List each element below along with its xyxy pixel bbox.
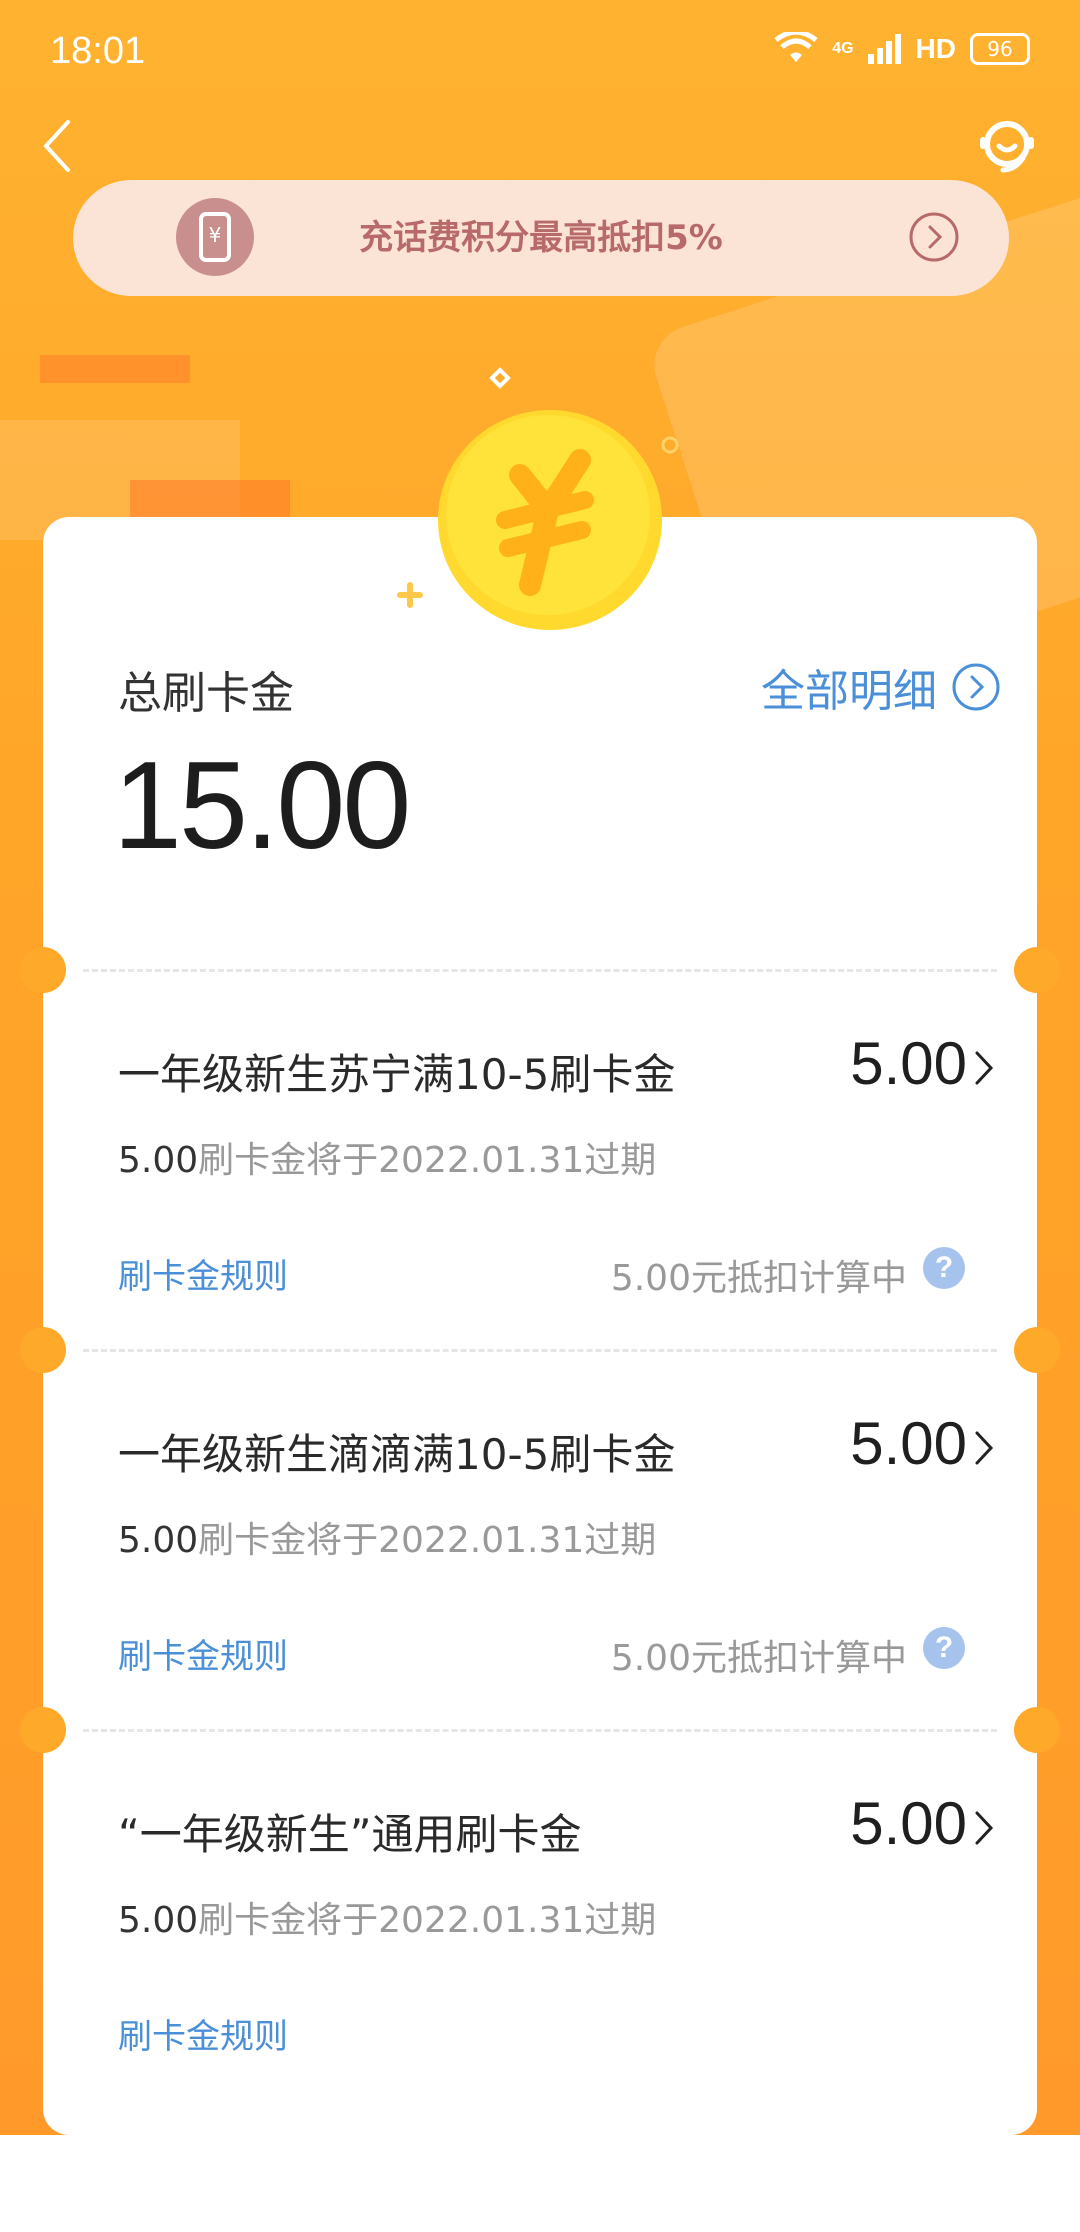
coupon-item[interactable]: 一年级新生滴滴满10-5刷卡金 5.00 5.00刷卡金将于2022.01.31… — [43, 1351, 1037, 1731]
coupon-amount: 5.00 — [850, 1410, 967, 1477]
chevron-right-icon — [909, 212, 959, 262]
coupon-expiry: 5.00刷卡金将于2022.01.31过期 — [118, 1511, 656, 1563]
coupon-item[interactable]: 一年级新生苏宁满10-5刷卡金 5.00 5.00刷卡金将于2022.01.31… — [43, 971, 1037, 1351]
expiry-amount: 5.00 — [118, 1520, 199, 1561]
status-icons: 4G HD 96 — [774, 32, 1030, 66]
coupon-amount: 5.00 — [850, 1030, 967, 1097]
bottom-area — [0, 2135, 1080, 2232]
coupon-title: 一年级新生苏宁满10-5刷卡金 — [118, 1050, 676, 1099]
promo-banner[interactable]: ¥ 充话费积分最高抵扣5% — [73, 180, 1009, 296]
balance-card: 总刷卡金 全部明细 15.00 一年级新生苏宁满10-5刷卡金 5.00 5.0… — [20, 517, 1060, 2135]
expiry-text: 刷卡金将于2022.01.31过期 — [198, 1140, 657, 1181]
chevron-right-icon — [975, 1811, 994, 1845]
total-amount: 15.00 — [113, 737, 411, 875]
coupon-status: 5.00元抵扣计算中 — [610, 1638, 907, 1679]
all-details-link[interactable]: 全部明细 — [761, 655, 1001, 719]
expiry-text: 刷卡金将于2022.01.31过期 — [198, 1900, 657, 1941]
coupon-title: “一年级新生”通用刷卡金 — [118, 1810, 582, 1859]
coupon-expiry: 5.00刷卡金将于2022.01.31过期 — [118, 1131, 656, 1183]
all-details-label: 全部明细 — [761, 666, 937, 717]
yuan-coin-icon — [397, 367, 679, 630]
question-icon[interactable]: ? — [923, 1627, 965, 1669]
total-label: 总刷卡金 — [118, 668, 294, 719]
expiry-amount: 5.00 — [118, 1900, 199, 1941]
status-time: 18:01 — [50, 30, 146, 72]
wifi-icon — [774, 32, 818, 62]
customer-service-icon[interactable] — [975, 114, 1039, 178]
coupon-title: 一年级新生滴滴满10-5刷卡金 — [118, 1430, 676, 1479]
gift-bow-decoration — [40, 355, 190, 443]
chevron-right-circle-icon — [952, 663, 1000, 711]
status-bar: 18:01 4G HD 96 — [0, 0, 1080, 100]
network-type: 4G — [832, 40, 854, 57]
battery-icon: 96 — [970, 33, 1030, 65]
coupon-rule-link[interactable]: 刷卡金规则 — [118, 2009, 288, 2058]
coupon-rule-link[interactable]: 刷卡金规则 — [118, 1249, 288, 1298]
signal-icon — [867, 34, 901, 64]
banner-text: 充话费积分最高抵扣5% — [359, 218, 723, 258]
back-arrow-icon[interactable] — [38, 118, 78, 174]
chevron-right-icon — [975, 1051, 994, 1085]
expiry-text: 刷卡金将于2022.01.31过期 — [198, 1520, 657, 1561]
coupon-rule-link[interactable]: 刷卡金规则 — [118, 1629, 288, 1678]
coupon-amount: 5.00 — [850, 1790, 967, 1857]
coupon-expiry: 5.00刷卡金将于2022.01.31过期 — [118, 1891, 656, 1943]
coupon-item[interactable]: “一年级新生”通用刷卡金 5.00 5.00刷卡金将于2022.01.31过期 … — [43, 1731, 1037, 2111]
expiry-amount: 5.00 — [118, 1140, 199, 1181]
hd-indicator: HD — [915, 33, 956, 64]
chevron-right-icon — [975, 1431, 994, 1465]
coupon-status: 5.00元抵扣计算中 — [610, 1258, 907, 1299]
question-icon[interactable]: ? — [923, 1247, 965, 1289]
